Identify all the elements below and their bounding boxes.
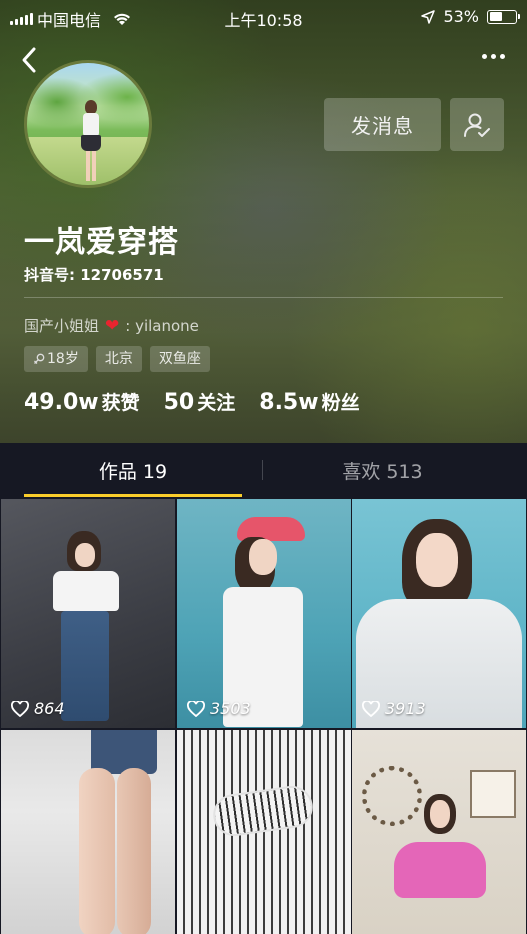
profile-stats: 49.0w 获赞 50 关注 8.5w 粉丝: [24, 388, 360, 415]
more-dot-icon: [482, 54, 487, 59]
tag-location: 北京: [95, 346, 142, 372]
status-bar: 中国电信 上午10:58 53%: [0, 0, 527, 34]
video-like-count: 3913: [362, 699, 426, 718]
tag-zodiac: 双鱼座: [149, 346, 210, 372]
video-like-count: 864: [11, 699, 65, 718]
tab-likes[interactable]: 喜欢 513: [262, 443, 503, 498]
video-like-count: 3503: [187, 699, 251, 718]
send-message-button[interactable]: 发消息: [324, 98, 441, 151]
follow-button[interactable]: [450, 98, 504, 151]
battery-icon: [487, 9, 520, 24]
heart-outline-icon: [187, 700, 205, 717]
bio-prefix: 国产小姐姐: [24, 317, 100, 335]
video-thumbnail[interactable]: [1, 730, 175, 934]
tab-works[interactable]: 作品 19: [24, 443, 242, 498]
more-dot-icon: [491, 54, 496, 59]
heart-outline-icon: [362, 700, 380, 717]
tag-age: 18岁: [24, 346, 88, 372]
battery-percent: 53%: [443, 7, 479, 26]
profile-tabs: 作品 19 喜欢 513: [0, 443, 527, 498]
profile-bio: 国产小姐姐 ❤ : yilanone: [24, 315, 199, 336]
user-check-icon: [464, 113, 490, 137]
stat-following[interactable]: 50 关注: [164, 388, 236, 415]
active-tab-indicator: [24, 494, 242, 497]
profile-tags: 18岁 北京 双鱼座: [24, 346, 210, 372]
video-thumbnail[interactable]: 864: [1, 499, 175, 728]
more-dot-icon: [500, 54, 505, 59]
profile-nickname: 一岚爱穿搭: [24, 225, 179, 260]
video-thumbnail[interactable]: [177, 730, 351, 934]
female-icon: [34, 353, 45, 364]
heart-icon: ❤: [105, 315, 120, 336]
video-grid: 864 3503 3913: [0, 498, 527, 934]
location-arrow-icon: [421, 9, 436, 24]
divider: [24, 297, 503, 298]
stat-followers[interactable]: 8.5w 粉丝: [259, 388, 359, 415]
video-thumbnail[interactable]: 3913: [352, 499, 526, 728]
stat-likes: 49.0w 获赞: [24, 390, 140, 415]
video-thumbnail[interactable]: [352, 730, 526, 934]
heart-outline-icon: [11, 700, 29, 717]
bio-suffix: : yilanone: [125, 316, 199, 335]
douyin-id: 抖音号: 12706571: [24, 266, 164, 284]
video-thumbnail[interactable]: 3503: [177, 499, 351, 728]
avatar[interactable]: [24, 60, 152, 188]
more-button[interactable]: [482, 54, 505, 59]
